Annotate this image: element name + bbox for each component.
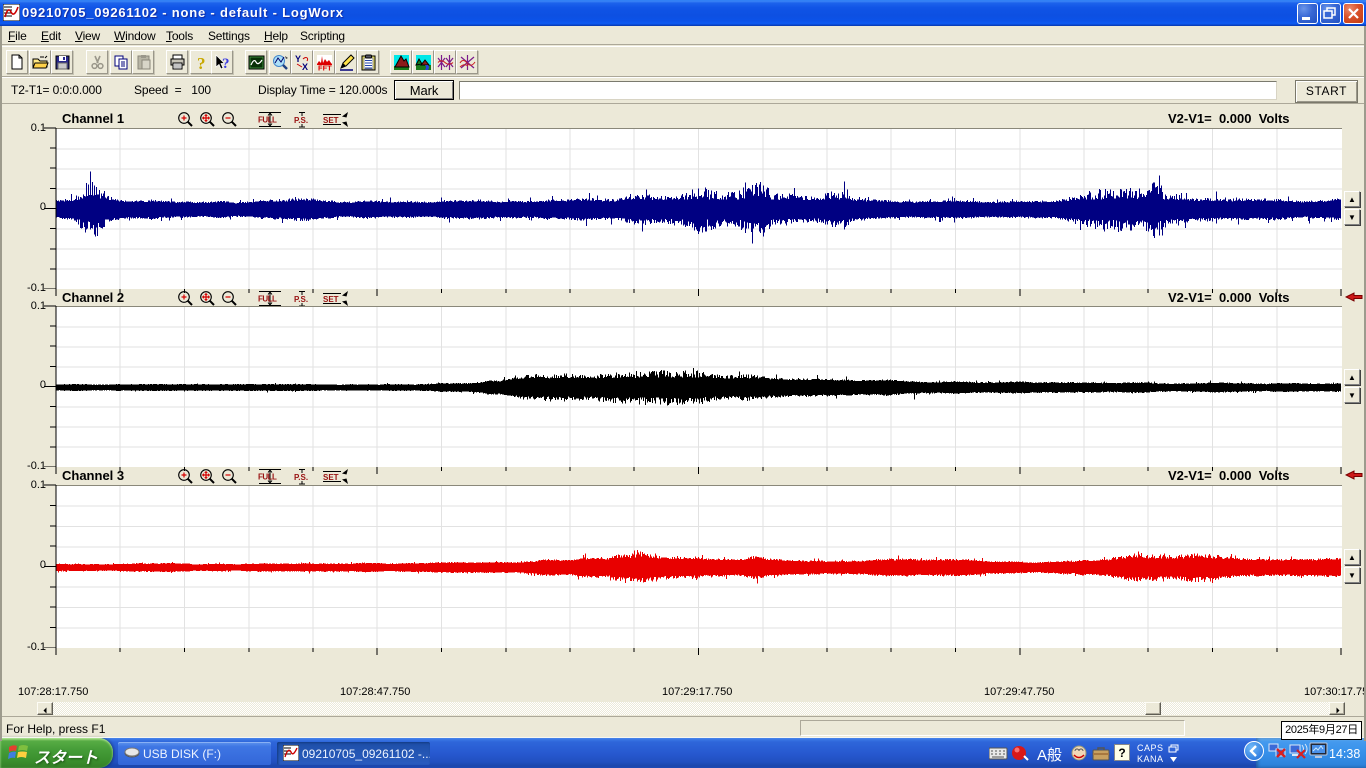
- svg-text:FULL: FULL: [258, 116, 277, 125]
- svg-text:?: ?: [197, 54, 206, 71]
- svg-text:P.S.: P.S.: [294, 116, 308, 125]
- svg-text:SET: SET: [323, 473, 339, 482]
- svg-text:P.S.: P.S.: [294, 295, 308, 304]
- svg-text:Y: Y: [295, 54, 301, 64]
- svg-text:SET: SET: [323, 116, 339, 125]
- svg-text:SET: SET: [323, 295, 339, 304]
- svg-text:FULL: FULL: [258, 473, 277, 482]
- svg-text:P.S.: P.S.: [294, 473, 308, 482]
- svg-text:FFT: FFT: [318, 64, 332, 72]
- svg-text:FULL: FULL: [258, 295, 277, 304]
- svg-text:X: X: [302, 62, 308, 71]
